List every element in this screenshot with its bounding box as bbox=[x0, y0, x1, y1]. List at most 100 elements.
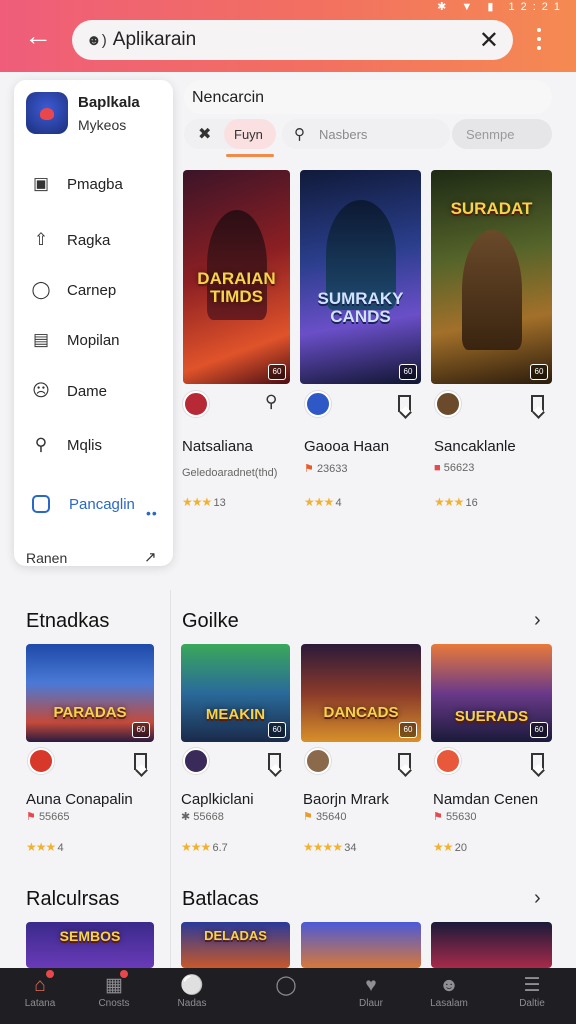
clipboard-icon: ▣ bbox=[32, 174, 50, 193]
game-name[interactable]: Namdan Cenen bbox=[433, 791, 538, 808]
section-title: Batlacas bbox=[182, 888, 259, 910]
nav-label: Dlaur bbox=[359, 998, 383, 1009]
drawer-item[interactable]: ⇧ Ragka bbox=[30, 229, 110, 251]
nav-item[interactable]: ♥ Dlaur bbox=[341, 974, 401, 1009]
filter-chip-first[interactable]: ✖ Fuyn bbox=[184, 119, 276, 149]
compass-circle-icon: ◯ bbox=[275, 975, 297, 996]
calendar-icon: ▤ bbox=[32, 330, 50, 349]
bookmark-icon[interactable] bbox=[398, 753, 411, 770]
game-subtitle: ⚑ 55665 bbox=[26, 811, 70, 823]
poster-title: SURADAT bbox=[450, 199, 533, 218]
game-poster[interactable]: PARADAS 60 bbox=[26, 644, 154, 742]
drawer-item[interactable]: ◯ Carnep bbox=[30, 279, 116, 301]
section-title: Etnadkas bbox=[26, 610, 110, 632]
home-icon: ⌂ bbox=[34, 975, 46, 996]
publisher-avatar bbox=[183, 391, 209, 417]
publisher-avatar bbox=[305, 748, 331, 774]
face-icon: ☹ bbox=[32, 381, 50, 400]
publisher-avatar bbox=[305, 391, 331, 417]
chevron-right-icon[interactable]: › bbox=[534, 887, 541, 910]
navigation-drawer: Baplkala Mykeos ▣ Pmagba ⇧ Ragka ◯ Carnep ▤… bbox=[14, 80, 173, 566]
drawer-item[interactable]: ▣ Pmagba bbox=[30, 173, 123, 195]
drawer-item-label: Mqlis bbox=[67, 436, 103, 454]
game-poster[interactable] bbox=[431, 922, 552, 968]
age-badge: 60 bbox=[530, 364, 548, 380]
game-subtitle: Geledoaradnet(thd) bbox=[182, 467, 278, 479]
user-search-icon: ☻) bbox=[86, 31, 107, 49]
search-bar[interactable]: ☻) Aplikarain ✕ bbox=[72, 20, 513, 60]
app-bar: ✱ ▼ ▮ 12:21 ← ☻) Aplikarain ✕ bbox=[0, 0, 576, 72]
drawer-item-label: Dame bbox=[67, 382, 108, 400]
nav-item[interactable]: ◯ bbox=[256, 974, 316, 998]
active-tab-indicator bbox=[226, 154, 274, 157]
tools-icon: ✖ bbox=[198, 126, 212, 143]
game-poster[interactable]: DELADAS bbox=[181, 922, 290, 968]
nav-label: Daltie bbox=[519, 998, 545, 1009]
game-poster[interactable] bbox=[301, 922, 421, 968]
game-poster[interactable]: SUERADS 60 bbox=[431, 644, 552, 742]
search-icon: ⚲ bbox=[294, 126, 305, 143]
age-badge: 60 bbox=[399, 364, 417, 380]
game-subtitle: ⚑ 35640 bbox=[303, 811, 347, 823]
notification-dot bbox=[120, 970, 128, 978]
search-icon[interactable]: ⚲ bbox=[265, 392, 277, 412]
section-title: Goilke bbox=[182, 610, 239, 632]
back-arrow-icon[interactable]: ← bbox=[24, 22, 52, 50]
filter-search-field[interactable]: ⚲ Nasbers bbox=[282, 119, 450, 149]
game-name[interactable]: Gaooa Haan bbox=[304, 438, 389, 455]
search-input[interactable]: Aplikarain bbox=[113, 29, 479, 51]
game-poster[interactable]: DANCADS 60 bbox=[301, 644, 421, 742]
nav-item[interactable]: ⚪ Nadas bbox=[162, 974, 222, 1009]
game-poster[interactable]: MEAKIN 60 bbox=[181, 644, 290, 742]
drawer-more-icon[interactable]: •• bbox=[146, 505, 158, 521]
game-rating: ★★★ 16 bbox=[434, 495, 478, 509]
chip-label: Fuyn bbox=[234, 126, 263, 142]
game-rating: ★★★★ 34 bbox=[303, 840, 357, 854]
bookmark-icon[interactable] bbox=[134, 753, 147, 770]
game-poster[interactable]: DARAIAN TIMDS 60 bbox=[183, 170, 290, 384]
more-options-icon[interactable] bbox=[536, 28, 542, 50]
bookmark-icon[interactable] bbox=[531, 395, 544, 412]
chevron-right-icon[interactable]: ↗ bbox=[144, 548, 157, 566]
bookmark-icon[interactable] bbox=[268, 753, 281, 770]
poster-title: SEMBOS bbox=[59, 928, 121, 944]
bookmark-icon[interactable] bbox=[398, 395, 411, 412]
drawer-item[interactable]: ☹ Dame bbox=[30, 380, 107, 402]
game-name[interactable]: Sancaklanle bbox=[434, 438, 516, 455]
poster-title: PARADAS bbox=[53, 704, 127, 721]
heart-icon: ♥ bbox=[365, 975, 377, 996]
drawer-item[interactable]: ▤ Mopilan bbox=[30, 329, 120, 351]
publisher-avatar bbox=[183, 748, 209, 774]
game-name[interactable]: Natsaliana bbox=[182, 438, 253, 455]
grid-icon: ▦ bbox=[105, 975, 123, 996]
app-subtitle: Mykeos bbox=[78, 116, 127, 133]
game-subtitle: ⚑ 23633 bbox=[304, 463, 348, 475]
nav-item[interactable]: ☻ Lasalam bbox=[419, 974, 479, 1009]
age-badge: 60 bbox=[399, 722, 417, 738]
game-name[interactable]: Baorjn Mrark bbox=[303, 791, 389, 808]
game-poster[interactable]: SEMBOS bbox=[26, 922, 154, 968]
filter-chip-last[interactable]: Senmpe bbox=[452, 119, 552, 149]
bookmark-icon[interactable] bbox=[531, 753, 544, 770]
poster-title: DARAIAN TIMDS bbox=[197, 269, 276, 306]
drawer-item-active[interactable]: Pancaglin bbox=[30, 495, 135, 513]
poster-title: MEAKIN bbox=[205, 706, 266, 723]
nav-item[interactable]: ▦ Cnosts bbox=[84, 974, 144, 1009]
app-screen: { "status": {"icons": "✱ ▼ ▮ 12:21"}, "s… bbox=[0, 0, 576, 1024]
up-arrow-icon: ⇧ bbox=[33, 230, 49, 249]
chevron-right-icon[interactable]: › bbox=[534, 609, 541, 632]
age-badge: 60 bbox=[132, 722, 150, 738]
column-divider bbox=[170, 590, 171, 968]
poster-title: DANCADS bbox=[323, 704, 399, 721]
game-poster[interactable]: SUMRAKY CANDS 60 bbox=[300, 170, 421, 384]
nav-home[interactable]: ⌂ Latana bbox=[10, 974, 70, 1009]
compass-icon: ◯ bbox=[31, 280, 51, 299]
nav-item[interactable]: ☰ Daltie bbox=[502, 974, 562, 1009]
drawer-item-label: Pancaglin bbox=[69, 495, 135, 513]
game-name[interactable]: Caplkiclani bbox=[181, 791, 254, 808]
game-name[interactable]: Auna Conapalin bbox=[26, 791, 133, 808]
drawer-footer-label[interactable]: Ranen bbox=[26, 550, 67, 566]
game-poster[interactable]: SURADAT 60 bbox=[431, 170, 552, 384]
clear-search-icon[interactable]: ✕ bbox=[479, 26, 499, 55]
drawer-item[interactable]: ⚲ Mqlis bbox=[30, 434, 102, 456]
